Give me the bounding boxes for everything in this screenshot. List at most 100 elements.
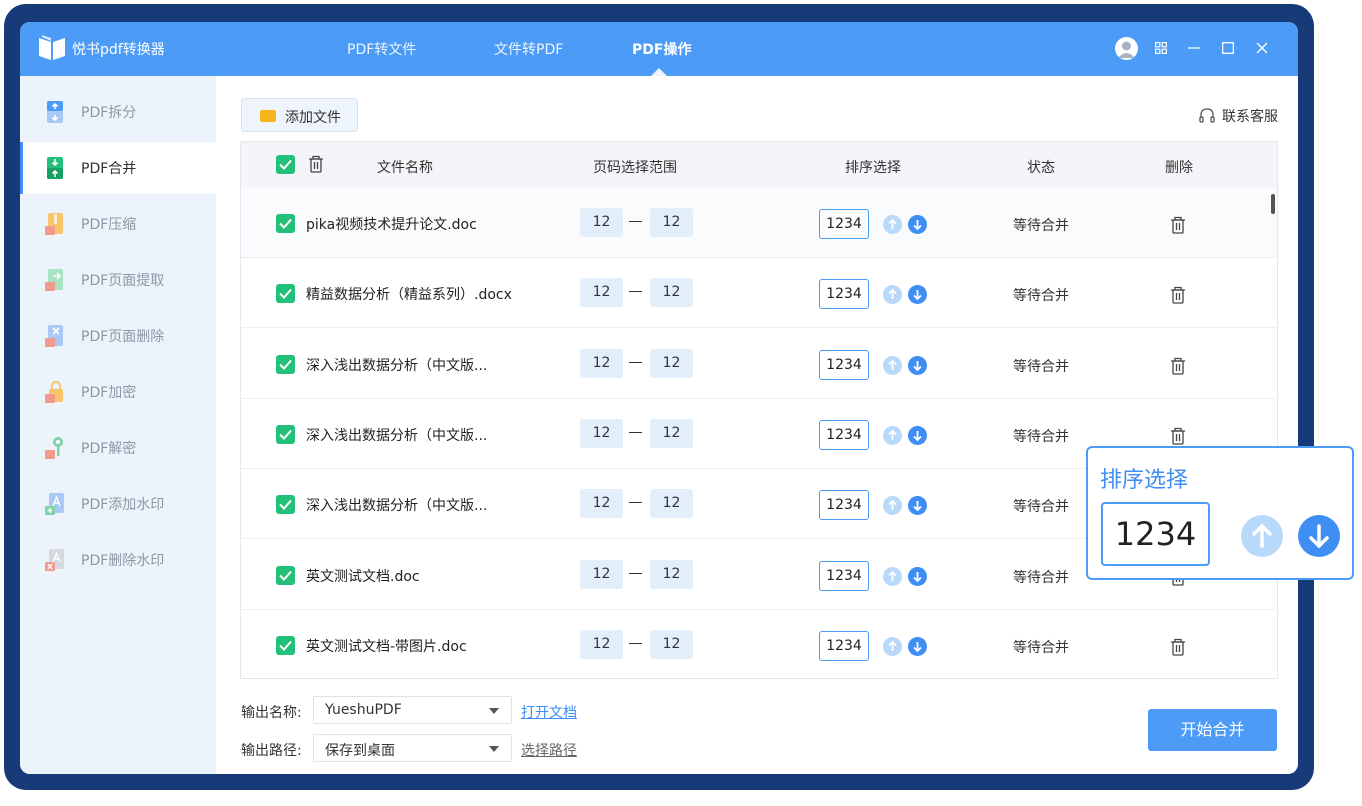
status-text: 等待合并 xyxy=(1013,288,1069,305)
contact-service-label: 联系客服 xyxy=(1222,109,1278,125)
trash-icon[interactable] xyxy=(1170,357,1186,375)
sidebar-item-merge[interactable]: PDF合并 xyxy=(20,142,216,194)
sidebar: PDF拆分 PDF合并 PDF压缩 PDF页面提取 PDF页面删除 PDF加密 … xyxy=(20,76,216,774)
choose-path-link[interactable]: 选择路径 xyxy=(521,740,577,760)
move-down-icon[interactable] xyxy=(908,636,927,656)
move-up-icon[interactable] xyxy=(883,215,902,234)
order-input[interactable]: 1234 xyxy=(819,279,869,310)
order-input[interactable]: 1234 xyxy=(819,630,869,661)
table-row: 深入浅出数据分析（中文版... 12 12 1234 等待合并 xyxy=(241,329,1277,399)
start-merge-button[interactable]: 开始合并 xyxy=(1148,709,1277,751)
table-scrollbar[interactable] xyxy=(1271,194,1275,214)
output-path-select[interactable]: 保存到桌面 xyxy=(313,734,512,762)
sidebar-item-compress[interactable]: PDF压缩 xyxy=(20,198,216,250)
row-checkbox[interactable] xyxy=(276,354,295,374)
callout-order-input[interactable]: 1234 xyxy=(1101,502,1210,566)
page-from-input[interactable]: 12 xyxy=(580,629,623,659)
table-header: 文件名称 页码选择范围 排序选择 状态 删除 xyxy=(241,142,1277,188)
order-input[interactable]: 1234 xyxy=(819,209,869,239)
page-from-input[interactable]: 12 xyxy=(580,208,623,237)
move-up-icon[interactable] xyxy=(883,496,902,516)
sidebar-item-remove-watermark[interactable]: PDF删除水印 xyxy=(20,534,216,586)
move-up-icon[interactable] xyxy=(883,566,902,586)
grid-menu-icon[interactable] xyxy=(1150,37,1172,59)
order-input[interactable]: 1234 xyxy=(819,419,869,450)
move-up-icon[interactable] xyxy=(883,355,902,375)
sidebar-item-split[interactable]: PDF拆分 xyxy=(20,86,216,138)
select-all-checkbox[interactable] xyxy=(276,155,295,174)
order-input[interactable]: 1234 xyxy=(819,349,869,380)
file-name: 英文测试文档-带图片.doc xyxy=(306,638,467,655)
page-to-input[interactable]: 12 xyxy=(650,629,693,659)
range-separator xyxy=(629,221,642,222)
sidebar-item-add-watermark[interactable]: PDF添加水印 xyxy=(20,478,216,530)
row-checkbox[interactable] xyxy=(276,424,295,444)
minimize-icon[interactable] xyxy=(1183,37,1205,59)
maximize-icon[interactable] xyxy=(1217,37,1239,59)
sidebar-item-encrypt[interactable]: PDF加密 xyxy=(20,366,216,418)
sidebar-item-delete-page[interactable]: PDF页面删除 xyxy=(20,310,216,362)
user-avatar-icon[interactable] xyxy=(1115,37,1138,60)
page-from-input[interactable]: 12 xyxy=(580,418,623,448)
order-zoom-callout: 排序选择 1234 xyxy=(1086,446,1354,580)
row-checkbox[interactable] xyxy=(276,214,295,233)
move-down-icon[interactable] xyxy=(908,496,927,516)
move-up-icon[interactable] xyxy=(883,285,902,305)
move-down-icon[interactable] xyxy=(908,215,927,234)
output-path-label: 输出路径: xyxy=(241,743,302,759)
trash-icon[interactable] xyxy=(1170,286,1186,304)
page-to-input[interactable]: 12 xyxy=(650,348,693,378)
file-name: 深入浅出数据分析（中文版... xyxy=(306,427,488,444)
page-to-input[interactable]: 12 xyxy=(650,489,693,519)
page-to-input[interactable]: 12 xyxy=(650,418,693,448)
output-name-select[interactable]: YueshuPDF xyxy=(313,696,512,724)
page-from-input[interactable]: 12 xyxy=(580,278,623,308)
file-name: pika视频技术提升论文.doc xyxy=(306,217,477,233)
extract-page-icon xyxy=(45,269,63,291)
delete-all-trash-icon[interactable] xyxy=(308,155,324,173)
tab-pdf-to-file[interactable]: PDF转文件 xyxy=(347,39,416,59)
sidebar-item-extract-page[interactable]: PDF页面提取 xyxy=(20,254,216,306)
trash-icon[interactable] xyxy=(1170,216,1186,234)
tab-pdf-operations[interactable]: PDF操作 xyxy=(632,39,691,59)
page-to-input[interactable]: 12 xyxy=(650,208,693,237)
page-from-input[interactable]: 12 xyxy=(580,348,623,378)
page-from-input[interactable]: 12 xyxy=(580,489,623,519)
order-input[interactable]: 1234 xyxy=(819,560,869,591)
row-checkbox[interactable] xyxy=(276,284,295,304)
row-checkbox[interactable] xyxy=(276,495,295,515)
order-input[interactable]: 1234 xyxy=(819,490,869,521)
add-file-label: 添加文件 xyxy=(285,110,341,126)
page-to-input[interactable]: 12 xyxy=(650,559,693,589)
add-watermark-icon xyxy=(45,493,64,515)
close-icon[interactable] xyxy=(1251,37,1273,59)
row-checkbox[interactable] xyxy=(276,635,295,655)
chevron-down-icon xyxy=(489,708,499,714)
sidebar-item-decrypt[interactable]: PDF解密 xyxy=(20,422,216,474)
move-up-icon[interactable] xyxy=(883,636,902,656)
page-from-input[interactable]: 12 xyxy=(580,559,623,589)
merge-icon xyxy=(47,157,63,179)
title-bar: 悦书pdf转换器 PDF转文件 文件转PDF PDF操作 xyxy=(20,22,1298,76)
add-file-button[interactable]: 添加文件 xyxy=(241,98,358,132)
range-separator xyxy=(629,361,642,363)
sidebar-item-label: PDF添加水印 xyxy=(81,497,165,513)
move-up-icon[interactable] xyxy=(883,425,902,445)
trash-icon[interactable] xyxy=(1170,638,1186,656)
open-document-link[interactable]: 打开文档 xyxy=(521,702,577,722)
table-row: 精益数据分析（精益系列）.docx 12 12 1234 等待合并 xyxy=(241,258,1277,329)
file-name: 精益数据分析（精益系列）.docx xyxy=(306,287,512,304)
tab-file-to-pdf[interactable]: 文件转PDF xyxy=(494,39,563,59)
move-down-icon[interactable] xyxy=(908,425,927,445)
callout-move-down-icon[interactable] xyxy=(1298,515,1340,557)
callout-move-up-icon[interactable] xyxy=(1241,515,1283,557)
row-checkbox[interactable] xyxy=(276,565,295,585)
trash-icon[interactable] xyxy=(1170,427,1186,445)
move-down-icon[interactable] xyxy=(908,285,927,305)
move-down-icon[interactable] xyxy=(908,566,927,586)
move-down-icon[interactable] xyxy=(908,355,927,375)
file-name: 深入浅出数据分析（中文版... xyxy=(306,357,488,374)
headset-icon xyxy=(1199,108,1215,123)
page-to-input[interactable]: 12 xyxy=(650,278,693,308)
output-path-value: 保存到桌面 xyxy=(325,743,395,759)
